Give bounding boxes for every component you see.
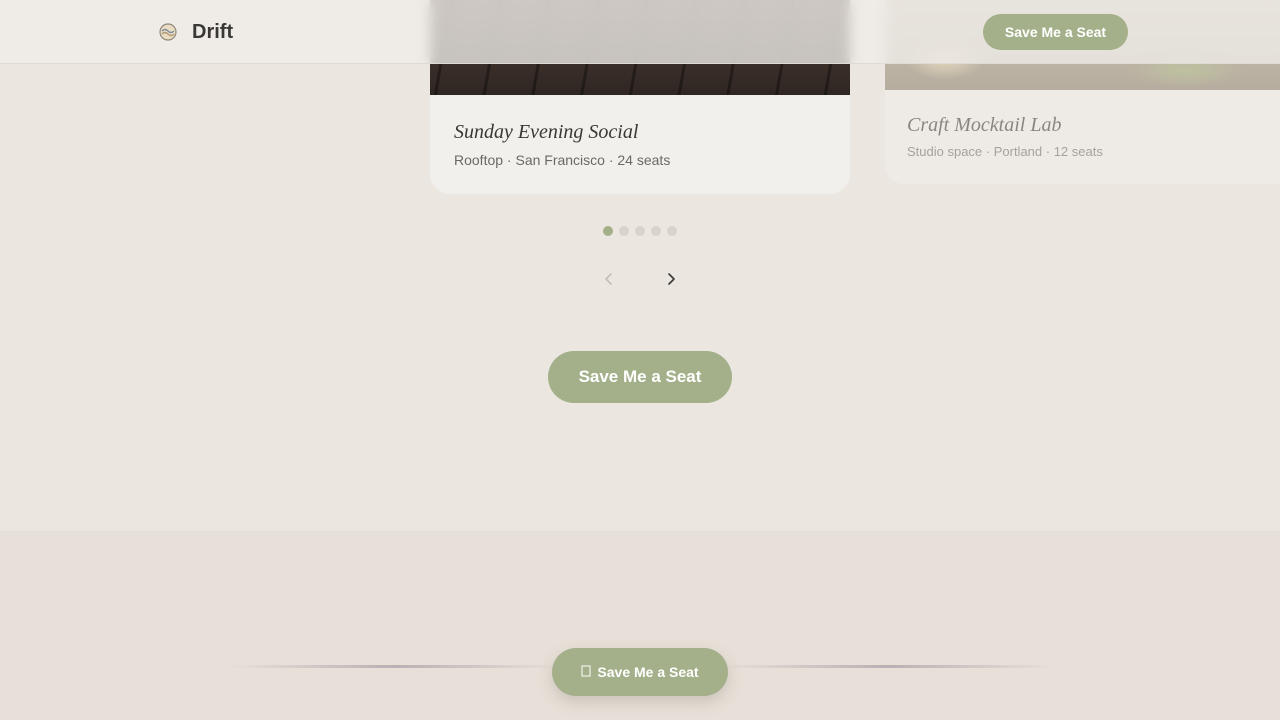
header-save-seat-button[interactable]: Save Me a Seat (983, 14, 1128, 50)
brand-name[interactable]: Drift (192, 21, 233, 44)
site-header: Drift Save Me a Seat (0, 0, 1280, 64)
floating-cta-label: Save Me a Seat (597, 664, 699, 680)
carousel-dot[interactable] (619, 226, 629, 236)
carousel-dot[interactable] (603, 226, 613, 236)
carousel-pagination (603, 226, 677, 236)
carousel-dot[interactable] (651, 226, 661, 236)
chevron-left-icon (603, 272, 615, 291)
carousel-next-button[interactable] (660, 270, 682, 292)
floating-save-seat-button[interactable]: Save Me a Seat (552, 648, 728, 696)
divider-line (230, 665, 560, 668)
event-card-meta: Rooftop · San Francisco · 24 seats (454, 152, 671, 168)
event-card-title: Craft Mocktail Lab (907, 114, 1062, 136)
carousel-dot[interactable] (667, 226, 677, 236)
divider-line (720, 665, 1055, 668)
carousel-dot[interactable] (635, 226, 645, 236)
save-seat-button[interactable]: Save Me a Seat (548, 351, 732, 403)
event-card-meta: Studio space · Portland · 12 seats (907, 144, 1103, 159)
ticket-icon (581, 665, 591, 680)
carousel-prev-button[interactable] (598, 270, 620, 292)
logo-icon[interactable] (158, 22, 178, 42)
chevron-right-icon (665, 272, 677, 291)
event-card-title: Sunday Evening Social (454, 121, 639, 143)
